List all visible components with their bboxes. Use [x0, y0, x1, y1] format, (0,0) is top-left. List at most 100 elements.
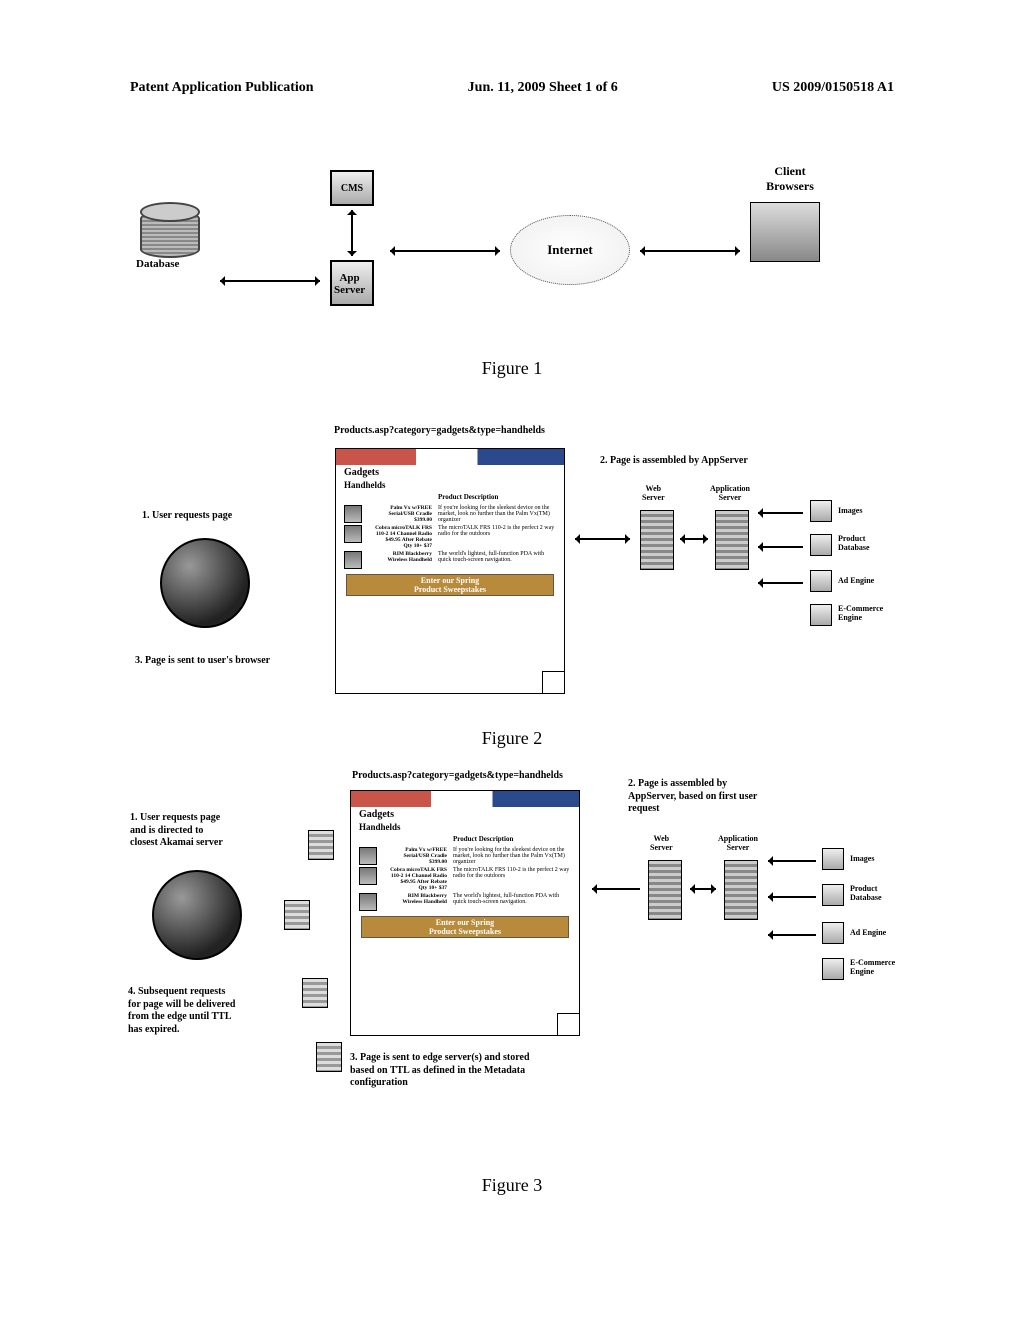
category-title: Gadgets [336, 465, 564, 480]
appserver2-label: Application Server [710, 484, 750, 502]
appserver-node: App Server [330, 260, 374, 306]
product-thumb-icon [344, 505, 362, 523]
fig3-arrow-pdb [768, 896, 816, 898]
globe-icon [152, 870, 242, 960]
desc-header: Product Description [438, 493, 498, 503]
fig2-step-1: 1. User requests page [142, 510, 232, 523]
fig2-step-3: 3. Page is sent to user's browser [135, 655, 270, 668]
product-desc: If you're looking for the sleekest devic… [438, 505, 556, 523]
images-icon [810, 500, 832, 522]
cms-label: CMS [341, 183, 363, 194]
globe-icon [160, 538, 250, 628]
product-thumb-icon [344, 525, 362, 543]
client-label: Client Browsers [750, 164, 830, 194]
appserver-label: App Server [334, 272, 365, 296]
product-thumb-icon [359, 867, 377, 885]
page-header: Patent Application Publication Jun. 11, … [130, 80, 894, 96]
product-meta: Cobra microTALK FRS 110-2 14 Channel Rad… [383, 867, 447, 891]
fig2-arrow-pdb [758, 546, 803, 548]
product-meta: Palm Vx w/FREE Serial/USB Cradle $399.00 [368, 505, 432, 523]
figure-3-caption: Figure 3 [0, 1175, 1024, 1196]
product-desc: The microTALK FRS 110-2 is the perfect 2… [438, 525, 556, 549]
fig3-url: Products.asp?category=gadgets&type=handh… [352, 770, 563, 781]
fig2-page-panel: IN THE NEWS Gadgets Handhelds Product De… [335, 448, 565, 694]
fig3-arrow-web-app [690, 888, 716, 890]
banner-mid: IN THE NEWS [444, 796, 485, 802]
database-node: Database [140, 210, 200, 258]
promo-text: Enter our Spring Product Sweepstakes [414, 576, 486, 594]
fig3-step-2: 2. Page is assembled by AppServer, based… [628, 778, 757, 816]
figure-2-caption: Figure 2 [0, 728, 1024, 749]
adengine-icon [822, 922, 844, 944]
productdb-icon [822, 884, 844, 906]
edge-server-icon [316, 1042, 342, 1072]
ecom-icon [822, 958, 844, 980]
arrow-app-internet [390, 250, 500, 252]
productdb-label: Product Database [850, 884, 882, 902]
ecom-label: E-Commerce Engine [838, 604, 883, 622]
cms-icon: CMS [330, 170, 374, 206]
fig3-globe [152, 870, 242, 960]
promo-banner: Enter our Spring Product Sweepstakes [346, 574, 554, 596]
page-fold-icon [557, 1013, 579, 1035]
productdb-label: Product Database [838, 534, 870, 552]
fig2-globe [160, 538, 250, 628]
desc-header: Product Description [453, 835, 513, 845]
ecom-icon [810, 604, 832, 626]
page-fold-icon [542, 671, 564, 693]
product-row: Cobra microTALK FRS 110-2 14 Channel Rad… [351, 866, 579, 892]
header-left: Patent Application Publication [130, 80, 314, 96]
page-banner: IN THE NEWS [336, 449, 564, 465]
product-row: RIM Blackberry Wireless Handheld The wor… [351, 892, 579, 912]
header-center: Jun. 11, 2009 Sheet 1 of 6 [468, 80, 618, 96]
database-icon [140, 210, 200, 258]
product-desc: The world's lightest, full-function PDA … [453, 893, 571, 911]
figure-1: Database CMS App Server Internet Client … [130, 170, 894, 340]
category-title: Gadgets [351, 807, 579, 822]
images-label: Images [838, 506, 862, 515]
product-desc: If you're looking for the sleekest devic… [453, 847, 571, 865]
client-icon [750, 202, 820, 262]
fig3-step-1: 1. User requests page and is directed to… [130, 812, 223, 850]
arrow-internet-client [640, 250, 740, 252]
product-desc: The microTALK FRS 110-2 is the perfect 2… [453, 867, 571, 891]
edge-server-icon [284, 900, 310, 930]
fig2-arrow-ad [758, 582, 803, 584]
fig3-step-3: 3. Page is sent to edge server(s) and st… [350, 1052, 530, 1090]
product-meta: Cobra microTALK FRS 110-2 14 Channel Rad… [368, 525, 432, 549]
edge-server-icon [302, 978, 328, 1008]
fig3-arrow-images [768, 860, 816, 862]
adengine-label: Ad Engine [838, 576, 874, 585]
product-thumb-icon [359, 893, 377, 911]
fig2-url: Products.asp?category=gadgets&type=handh… [334, 425, 545, 436]
product-thumb-icon [344, 551, 362, 569]
cms-node: CMS [330, 170, 374, 206]
webserver-icon [648, 860, 682, 920]
figure-1-caption: Figure 1 [0, 358, 1024, 379]
fig2-arrow-images [758, 512, 803, 514]
product-meta: Palm Vx w/FREE Serial/USB Cradle $399.00 [383, 847, 447, 865]
internet-label: Internet [547, 242, 593, 258]
fig3-step-4: 4. Subsequent requests for page will be … [128, 986, 235, 1036]
productdb-icon [810, 534, 832, 556]
fig3-page-panel: IN THE NEWS Gadgets Handhelds Product De… [350, 790, 580, 1036]
header-right: US 2009/0150518 A1 [772, 80, 894, 96]
arrow-db-app [220, 280, 320, 282]
banner-mid: IN THE NEWS [429, 454, 470, 460]
product-desc: The world's lightest, full-function PDA … [438, 551, 556, 569]
appserver3-label: Application Server [718, 834, 758, 852]
fig2-arrow-web-app [680, 538, 708, 540]
subcategory-title: Handhelds [351, 822, 579, 834]
subcategory-title: Handhelds [336, 480, 564, 492]
internet-node: Internet [510, 215, 630, 285]
fig3-arrow-ad [768, 934, 816, 936]
product-thumb-icon [359, 847, 377, 865]
appserver3-icon [724, 860, 758, 920]
promo-banner: Enter our Spring Product Sweepstakes [361, 916, 569, 938]
client-node: Client Browsers [750, 170, 820, 262]
product-row: Cobra microTALK FRS 110-2 14 Channel Rad… [336, 524, 564, 550]
appserver2-icon [715, 510, 749, 570]
product-meta: RIM Blackberry Wireless Handheld [383, 893, 447, 911]
adengine-icon [810, 570, 832, 592]
webserver-icon [640, 510, 674, 570]
